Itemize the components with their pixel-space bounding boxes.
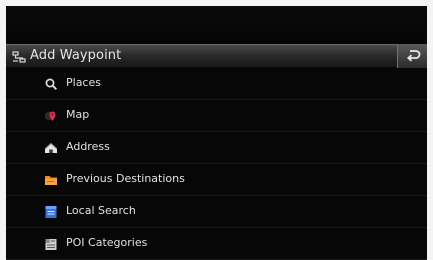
search-book-icon bbox=[44, 204, 58, 218]
route-icon bbox=[12, 49, 26, 63]
status-strip bbox=[6, 6, 427, 44]
poi-list-icon bbox=[44, 236, 58, 250]
menu-item-map[interactable]: Map bbox=[6, 100, 427, 132]
house-icon bbox=[44, 140, 58, 154]
header-bar: Add Waypoint bbox=[6, 44, 427, 68]
map-pin-icon bbox=[44, 108, 58, 122]
menu-item-label: Places bbox=[66, 76, 101, 89]
menu-item-label: Address bbox=[66, 140, 110, 153]
menu-item-local-search[interactable]: Local Search bbox=[6, 196, 427, 228]
navigation-screen: Add Waypoint Places Map Address Previous… bbox=[6, 6, 427, 260]
menu-item-address[interactable]: Address bbox=[6, 132, 427, 164]
menu-item-poi-categories[interactable]: POI Categories bbox=[6, 228, 427, 260]
waypoint-options-list: Places Map Address Previous Destinations… bbox=[6, 68, 427, 260]
menu-item-places[interactable]: Places bbox=[6, 68, 427, 100]
menu-item-label: Previous Destinations bbox=[66, 172, 185, 185]
page-title: Add Waypoint bbox=[30, 48, 122, 63]
menu-item-previous-destinations[interactable]: Previous Destinations bbox=[6, 164, 427, 196]
back-button[interactable] bbox=[397, 44, 427, 68]
menu-item-label: Map bbox=[66, 108, 90, 121]
menu-item-label: POI Categories bbox=[66, 236, 148, 249]
folder-icon bbox=[44, 172, 58, 186]
menu-item-label: Local Search bbox=[66, 204, 136, 217]
magnifier-icon bbox=[44, 76, 58, 91]
